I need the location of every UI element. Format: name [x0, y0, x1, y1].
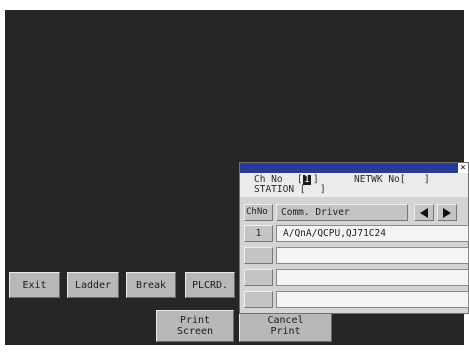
- ch-bracket-close: ]: [313, 174, 319, 185]
- close-icon[interactable]: ×: [458, 163, 468, 173]
- panel-titlebar: [240, 163, 468, 173]
- channel-driver-panel: × Ch No [ 1 ] NETWK No[ ] STATION [ ] Ch…: [239, 162, 469, 314]
- print-screen-button[interactable]: Print Screen: [156, 310, 234, 342]
- comm-driver-column-header: Comm. Driver: [276, 204, 408, 221]
- triangle-right-icon: [443, 207, 451, 218]
- table-row-driver[interactable]: A/QnA/QCPU,QJ71C24: [276, 225, 469, 242]
- station-label: STATION [: [254, 184, 306, 195]
- scroll-right-button[interactable]: [437, 204, 457, 221]
- triangle-left-icon: [420, 207, 428, 218]
- exit-button[interactable]: Exit: [9, 272, 60, 298]
- table-row-chno[interactable]: 1: [244, 225, 273, 242]
- cancel-print-button[interactable]: Cancel Print: [239, 310, 332, 342]
- netwk-bracket-close: ]: [424, 174, 430, 185]
- chno-column-header: ChNo: [244, 204, 273, 221]
- table-row-chno[interactable]: [244, 269, 273, 286]
- netwk-no-label: NETWK No[: [354, 174, 406, 185]
- table-row-driver[interactable]: [276, 247, 469, 264]
- scroll-left-button[interactable]: [414, 204, 434, 221]
- break-button[interactable]: Break: [126, 272, 176, 298]
- station-bracket-close: ]: [320, 184, 326, 195]
- channel-info: Ch No [ 1 ] NETWK No[ ] STATION [ ]: [240, 173, 468, 197]
- table-row-chno[interactable]: [244, 247, 273, 264]
- ladder-button[interactable]: Ladder: [67, 272, 119, 298]
- plcrd-button[interactable]: PLCRD.: [185, 272, 235, 298]
- table-row-driver[interactable]: [276, 291, 469, 308]
- table-row-driver[interactable]: [276, 269, 469, 286]
- table-row-chno[interactable]: [244, 291, 273, 308]
